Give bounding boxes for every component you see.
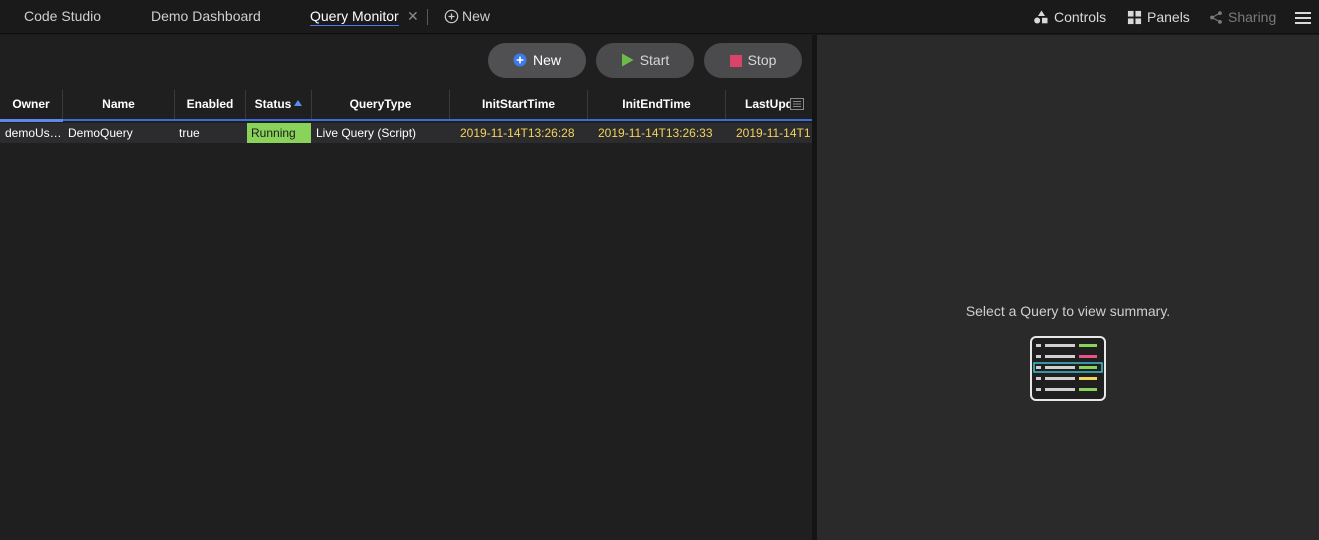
new-tab-label: New [462,8,491,24]
start-label: Start [639,52,670,68]
empty-summary-message: Select a Query to view summary. [965,303,1171,319]
column-header-initstarttime[interactable]: InitStartTime [450,90,588,119]
tab-label: Code Studio [24,8,102,24]
top-bar: Code Studio Demo Dashboard Query Monitor… [0,0,1319,34]
column-header-owner[interactable]: Owner [0,90,63,119]
header-underline-accent [0,119,63,122]
column-header-enabled[interactable]: Enabled [175,90,246,119]
controls-label: Controls [1054,9,1107,25]
plus-circle-icon [444,9,459,24]
stop-label: Stop [747,52,777,68]
query-summary-panel: Select a Query to view summary. [817,35,1319,540]
close-icon[interactable]: ✕ [407,0,419,33]
stop-button[interactable]: Stop [704,43,802,78]
tab-query-monitor[interactable]: Query Monitor [310,0,399,34]
cell-name: DemoQuery [68,126,133,140]
panels-grid-icon [1127,10,1142,25]
cell-querytype: Live Query (Script) [316,126,417,140]
cell-initendtime: 2019-11-14T13:26:33 [598,126,713,140]
column-header-querytype[interactable]: QueryType [312,90,450,119]
tab-separator [427,9,428,25]
shapes-icon [1034,10,1048,24]
main-menu-button[interactable] [1295,0,1316,34]
table-header: Owner Name Enabled Status QueryType Init… [0,90,812,122]
stop-square-icon [729,55,742,67]
tab-label: Query Monitor [310,8,399,26]
table-row[interactable]: demoUs… DemoQuery true Running Live Quer… [0,123,812,143]
sort-ascending-icon [294,100,303,106]
tab-demo-dashboard[interactable]: Demo Dashboard [151,0,261,34]
sharing-button[interactable]: Sharing [1209,0,1276,34]
column-header-initendtime[interactable]: InitEndTime [588,90,726,119]
hamburger-menu-icon [1295,12,1311,24]
panels-button[interactable]: Panels [1127,0,1190,34]
query-monitor-panel: New Start Stop Owner Name Enabled Status… [0,35,812,540]
new-query-button[interactable]: New [488,43,586,78]
play-icon [621,53,634,67]
column-header-name[interactable]: Name [63,90,175,119]
cell-owner: demoUs… [5,126,62,140]
query-list-illustration-icon [1030,336,1106,401]
cell-lastupdated: 2019-11-14T1 [736,126,811,140]
column-header-status-label: Status [254,97,292,111]
start-button[interactable]: Start [596,43,694,78]
tab-label: Demo Dashboard [151,8,261,24]
header-underline [0,119,812,121]
new-query-label: New [532,52,561,68]
cell-enabled: true [179,126,200,140]
new-tab-button[interactable]: New [444,0,490,34]
plus-circle-icon [513,53,527,67]
status-badge: Running [247,123,311,143]
panels-label: Panels [1147,9,1190,25]
sharing-label: Sharing [1228,9,1277,25]
cell-initstarttime: 2019-11-14T13:26:28 [460,126,575,140]
column-options-icon[interactable] [790,98,804,110]
column-header-status[interactable]: Status [246,90,312,119]
share-icon [1210,11,1222,24]
tab-code-studio[interactable]: Code Studio [24,0,101,34]
controls-button[interactable]: Controls [1033,0,1106,34]
